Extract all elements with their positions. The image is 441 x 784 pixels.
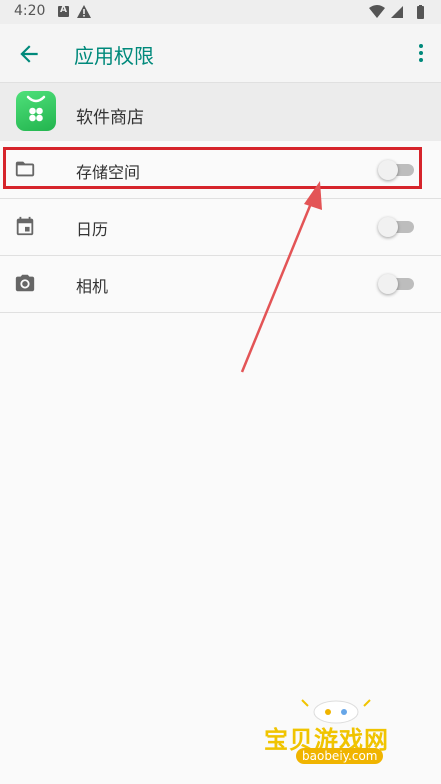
- battery-icon: [417, 6, 424, 19]
- warning-icon: [77, 5, 91, 18]
- watermark: 宝贝游戏网 baobeiy.com: [262, 690, 412, 780]
- permission-row-camera[interactable]: 相机: [0, 256, 441, 313]
- gamepad-logo-icon: [301, 699, 371, 724]
- folder-icon: [15, 161, 35, 177]
- permission-label: 相机: [76, 277, 109, 296]
- storage-toggle[interactable]: [378, 160, 414, 180]
- page-title: 应用权限: [74, 44, 154, 68]
- permission-label: 日历: [76, 220, 109, 239]
- app-name: 软件商店: [76, 108, 144, 128]
- app-store-icon: [16, 91, 56, 131]
- permission-row-storage[interactable]: 存储空间: [0, 142, 441, 199]
- watermark-url: baobeiy.com: [296, 748, 384, 764]
- status-time: 4:20: [14, 3, 46, 19]
- system-status-icons: [369, 5, 424, 19]
- permission-label: 存储空间: [76, 163, 141, 182]
- permission-row-calendar[interactable]: 日历: [0, 199, 441, 256]
- toolbar: 应用权限: [0, 24, 441, 83]
- wifi-icon: [369, 5, 385, 18]
- camera-icon: [15, 274, 35, 292]
- back-arrow-icon[interactable]: [16, 41, 42, 67]
- calendar-toggle[interactable]: [378, 217, 414, 237]
- app-header: 软件商店: [0, 83, 441, 141]
- notification-a-icon: A: [58, 5, 69, 17]
- camera-toggle[interactable]: [378, 274, 414, 294]
- more-options-icon[interactable]: [417, 42, 425, 64]
- signal-icon: [391, 6, 403, 18]
- calendar-icon: [16, 216, 34, 236]
- status-bar: 4:20 A: [0, 0, 441, 24]
